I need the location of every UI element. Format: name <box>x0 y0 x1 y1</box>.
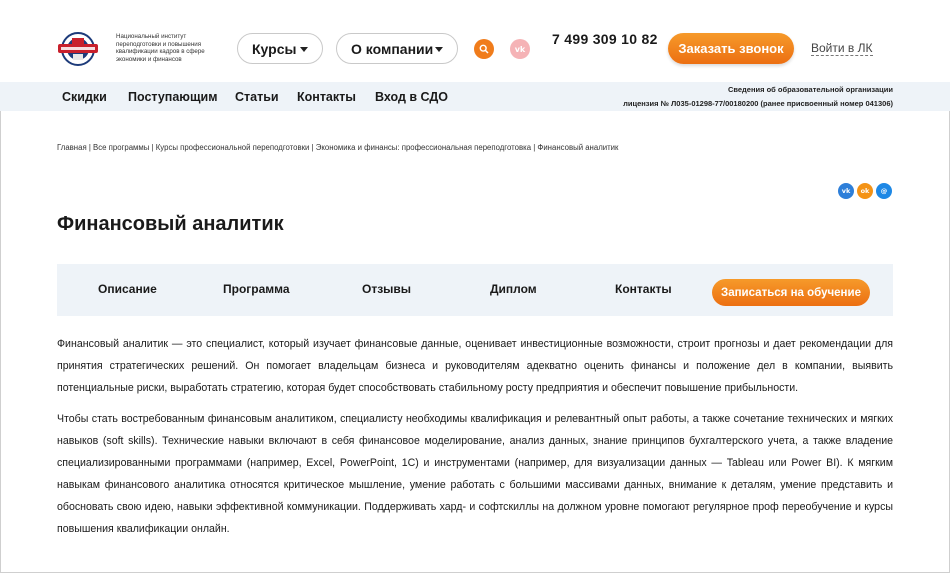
enroll-button[interactable]: Записаться на обучение <box>712 279 870 306</box>
courses-dropdown[interactable]: Курсы <box>237 33 323 64</box>
breadcrumb-item[interactable]: Экономика и финансы: профессиональная пе… <box>316 143 531 152</box>
callback-button[interactable]: Заказать звонок <box>668 33 794 64</box>
nav-item-articles[interactable]: Статьи <box>235 90 279 104</box>
site-header: Национальный институт переподготовки и п… <box>0 0 950 82</box>
breadcrumb-item[interactable]: Курсы профессиональной переподготовки <box>156 143 310 152</box>
article-body: Финансовый аналитик — это специалист, ко… <box>57 333 893 549</box>
org-info-link[interactable]: Сведения об образовательной организации <box>728 85 893 94</box>
share-vk-icon[interactable]: vk <box>838 183 854 199</box>
page-title: Финансовый аналитик <box>57 213 284 235</box>
nav-item-discounts[interactable]: Скидки <box>62 90 107 104</box>
chevron-down-icon <box>300 47 308 52</box>
company-label: О компании <box>351 40 434 57</box>
nav-item-sdo-login[interactable]: Вход в СДО <box>375 90 448 104</box>
courses-label: Курсы <box>252 40 297 57</box>
share-ok-icon[interactable]: ok <box>857 183 873 199</box>
phone-number[interactable]: 7 499 309 10 82 <box>552 31 658 47</box>
tab-contacts[interactable]: Контакты <box>615 282 672 296</box>
tab-reviews[interactable]: Отзывы <box>362 282 411 296</box>
vk-icon[interactable]: vk <box>510 39 530 59</box>
breadcrumb-item[interactable]: Главная <box>57 143 87 152</box>
tab-diploma[interactable]: Диплом <box>490 282 537 296</box>
tab-description[interactable]: Описание <box>98 282 157 296</box>
nav-item-applicants[interactable]: Поступающим <box>128 90 217 104</box>
paragraph: Чтобы стать востребованным финансовым ан… <box>57 413 893 535</box>
login-link[interactable]: Войти в ЛК <box>811 42 873 56</box>
search-icon[interactable] <box>474 39 494 59</box>
company-dropdown[interactable]: О компании <box>336 33 458 64</box>
paragraph: Финансовый аналитик — это специалист, ко… <box>57 338 893 394</box>
tab-program[interactable]: Программа <box>223 282 290 296</box>
chevron-down-icon <box>435 47 443 52</box>
logo-text: Национальный институт переподготовки и п… <box>116 33 205 63</box>
section-tabs: Описание Программа Отзывы Диплом Контакт… <box>57 264 893 316</box>
license-text: лицензия № Л035-01298-77/00180200 (ранее… <box>623 99 893 108</box>
nav-item-contacts[interactable]: Контакты <box>297 90 356 104</box>
breadcrumb: Главная | Все программы | Курсы професси… <box>57 143 618 152</box>
breadcrumb-current: Финансовый аналитик <box>537 143 619 152</box>
logo-emblem[interactable] <box>56 30 100 68</box>
share-mail-icon[interactable]: @ <box>876 183 892 199</box>
breadcrumb-item[interactable]: Все программы <box>93 143 149 152</box>
